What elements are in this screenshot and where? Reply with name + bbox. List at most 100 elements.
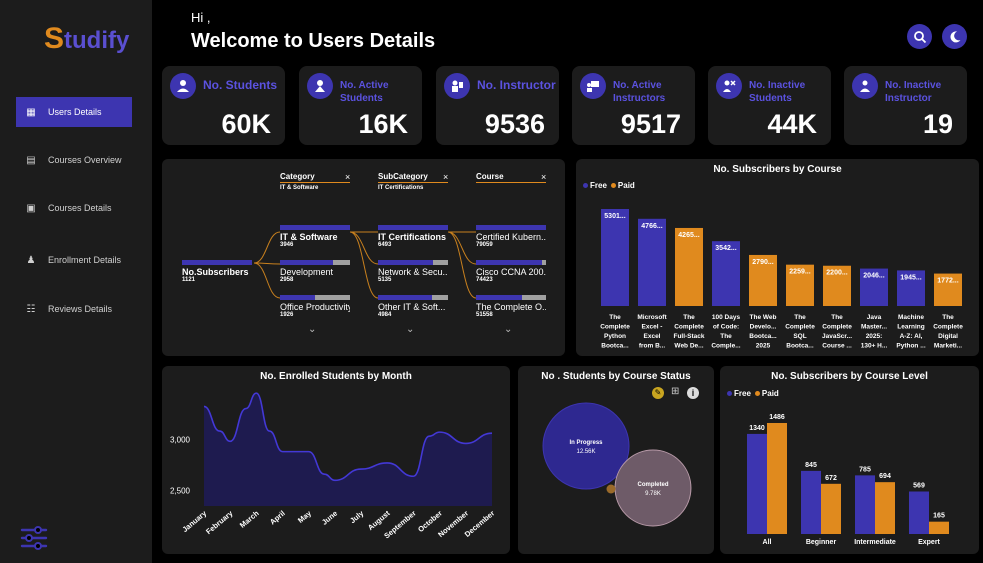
level-bar-label: 1340 — [749, 425, 765, 432]
status-bubble-value: 12.56K — [576, 449, 595, 455]
tree-node[interactable]: Certified Kubern... 79059 — [476, 225, 546, 248]
theme-toggle-button[interactable] — [942, 24, 967, 49]
level-tick-label: Expert — [918, 539, 940, 546]
subscribers-by-course-chart: 5301... The Complete Python Bootca... 4766...… — [600, 209, 963, 350]
tree-node-bar — [378, 295, 448, 300]
course-tick-label: Bootca... — [601, 343, 629, 350]
course-tick-label: Master... — [861, 324, 887, 331]
search-button[interactable] — [907, 24, 932, 49]
tree-header-close-icon[interactable]: × — [541, 172, 546, 182]
course-bar-label: 2259... — [789, 269, 810, 276]
inactive-instructor-icon — [852, 73, 878, 99]
level-bar[interactable] — [801, 470, 821, 534]
status-bubble-value: 9.78K — [645, 491, 661, 497]
tree-node[interactable]: Other IT & Soft... 4984 — [378, 295, 448, 318]
course-bar-label: 3542... — [715, 245, 736, 252]
course-tick-label: The — [794, 314, 806, 321]
course-bar[interactable] — [601, 209, 629, 306]
status-small-bubble[interactable] — [606, 484, 616, 494]
course-tick-label: Complete — [600, 324, 630, 331]
course-status-chart: In Progress 12.56K Completed 9.78K — [542, 402, 692, 527]
course-tick-label: Complete — [822, 324, 852, 331]
tree-node-label: Network & Secu... — [378, 267, 448, 277]
filter-settings-icon[interactable] — [20, 524, 48, 552]
tree-header-underline — [476, 182, 546, 183]
logo: Studify — [44, 22, 130, 55]
tree-node[interactable]: IT & Software 3946 — [280, 225, 350, 248]
nav-item-users-details[interactable]: ▦ Users Details — [16, 97, 132, 127]
kpi-inactive-instructor: No. Inactive Instructor 19 — [844, 66, 967, 145]
enrollment-icon: ♟ — [26, 254, 36, 266]
nav-item-reviews-details[interactable]: ☷ Reviews Details — [16, 294, 132, 324]
course-tick-label: of Code: — [713, 324, 739, 331]
course-bar-label: 2790... — [752, 259, 773, 266]
level-bar[interactable] — [929, 521, 949, 534]
month-tick-label: March — [238, 508, 261, 529]
month-tick-label: July — [348, 508, 366, 525]
courses-details-icon: ▣ — [26, 202, 36, 214]
status-bubble[interactable] — [542, 402, 630, 490]
course-tick-label: The — [609, 314, 621, 321]
tree-node[interactable]: The Complete O... 51558 — [476, 295, 546, 318]
reviews-icon: ☷ — [26, 303, 36, 315]
nav-item-courses-details[interactable]: ▣ Courses Details — [16, 193, 132, 223]
tree-node-value: 2958 — [280, 277, 294, 283]
course-bar-label: 1772... — [937, 278, 958, 285]
level-bar-label: 785 — [859, 466, 871, 473]
tree-node[interactable]: Network & Secu... 5135 — [378, 260, 448, 283]
status-bubble[interactable] — [614, 449, 692, 527]
course-expand-chevron-icon[interactable]: ⌄ — [504, 324, 512, 335]
course-bar-label: 4766... — [641, 223, 662, 230]
course-tick-label: Develo... — [750, 324, 777, 331]
tree-header-close-icon[interactable]: × — [345, 172, 350, 182]
level-bar[interactable] — [875, 482, 895, 534]
course-tick-label: Excel — [644, 333, 661, 340]
level-bar[interactable] — [855, 475, 875, 534]
search-icon — [913, 30, 926, 43]
tree-header-2[interactable]: SubCategory — [378, 172, 428, 181]
level-bar[interactable] — [747, 433, 767, 534]
level-bar[interactable] — [767, 423, 787, 534]
level-bar[interactable] — [909, 491, 929, 534]
tree-header-close-icon[interactable]: × — [443, 172, 448, 182]
course-tick-label: SQL — [793, 333, 806, 340]
tree-node-value: 6493 — [378, 242, 392, 248]
course-tick-label: The — [683, 314, 695, 321]
tree-node-label: Certified Kubern... — [476, 232, 546, 242]
course-level-chart: 1340 1486 All 845 672 Beginner 785 694 Intermedi… — [747, 414, 949, 546]
tree-node[interactable]: Office Productivity 1926 — [280, 295, 350, 318]
kpi-inactive-students: No. Inactive Students 44K — [708, 66, 831, 145]
level-bar[interactable] — [821, 483, 841, 534]
course-bar[interactable] — [638, 218, 666, 306]
tree-node[interactable]: Development 2958 — [280, 260, 350, 283]
course-bar[interactable] — [675, 227, 703, 306]
tree-node-value: 1926 — [280, 312, 294, 318]
tree-node[interactable]: IT Certifications 6493 — [378, 225, 448, 248]
tree-node-label: The Complete O... — [476, 302, 546, 312]
level-bar-label: 845 — [805, 462, 817, 469]
course-bar-label: 5301... — [604, 213, 625, 220]
month-tick-label: May — [296, 508, 314, 525]
nav-item-courses-overview[interactable]: ▤ Courses Overview — [16, 145, 132, 175]
nav-item-enrollment-details[interactable]: ♟ Enrollment Details — [16, 245, 132, 275]
subcategory-expand-chevron-icon[interactable]: ⌄ — [406, 324, 414, 335]
course-bar-label: 2046... — [863, 273, 884, 280]
course-status-panel: No . Students by Course Status ✎ ⊞ i In … — [518, 366, 714, 554]
course-tick-label: Marketi... — [934, 343, 962, 350]
course-tick-label: Python ... — [896, 343, 925, 350]
course-tick-label: A-Z: AI, — [900, 333, 923, 340]
category-expand-chevron-icon[interactable]: ⌄ — [308, 324, 316, 335]
course-tick-label: Course ... — [822, 343, 852, 350]
course-bar-label: 4265... — [678, 232, 699, 239]
month-tick-label: June — [320, 509, 339, 527]
tree-node[interactable]: Cisco CCNA 200... 74423 — [476, 260, 546, 283]
tree-root-node[interactable]: No.Subscribers 1121 — [182, 260, 252, 283]
tree-header-underline — [280, 182, 350, 183]
tree-header-3[interactable]: Course — [476, 172, 504, 181]
tree-node-bar — [378, 260, 448, 265]
level-tick-label: Intermediate — [854, 539, 896, 546]
tree-node-value: 3946 — [280, 242, 294, 248]
course-tick-label: The Web — [750, 314, 777, 321]
courses-overview-icon: ▤ — [26, 154, 36, 166]
tree-header-1[interactable]: Category — [280, 172, 315, 181]
